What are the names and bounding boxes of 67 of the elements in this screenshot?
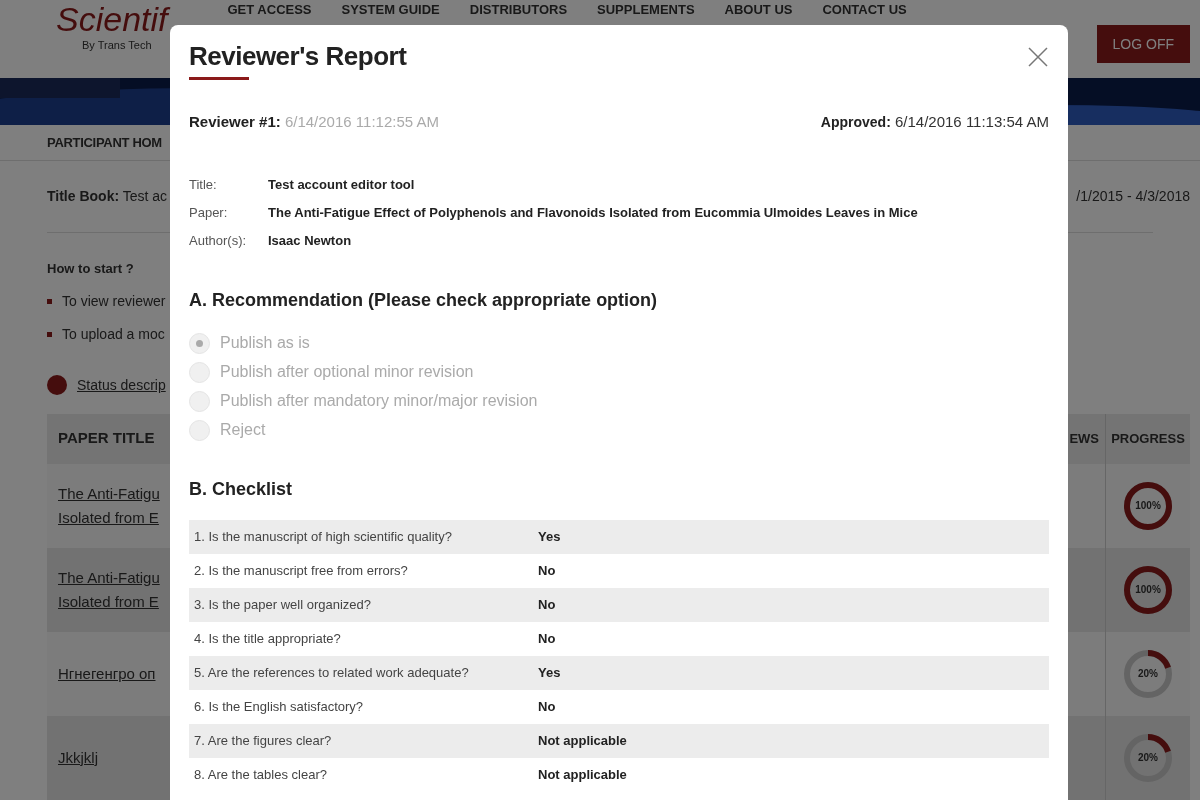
nav-link[interactable]: DISTRIBUTORS	[469, 0, 568, 20]
radio-button[interactable]	[189, 361, 210, 383]
paper-link[interactable]: The Anti-Fatigu	[58, 565, 160, 590]
how-to-heading: How to start ?	[47, 260, 135, 278]
question-text: 1. Is the manuscript of high scientific quality?	[194, 528, 453, 547]
nav-link[interactable]: SUPPLEMENTS	[597, 0, 695, 20]
radio-button[interactable]	[189, 332, 210, 354]
nav-link[interactable]: ABOUT US	[724, 0, 793, 20]
answer-text: Not applicable	[538, 766, 627, 785]
bullet-icon	[47, 331, 52, 337]
close-icon[interactable]	[1028, 47, 1048, 67]
field-value: Test account editor tool	[268, 176, 415, 194]
paper-link[interactable]: Jkkjklj	[58, 745, 98, 770]
answer-text: No	[538, 562, 556, 581]
paper-link[interactable]: Нгнегенгро оп	[58, 661, 156, 686]
dialog-title: Reviewer's Report	[189, 40, 407, 73]
paper-link[interactable]: The Anti-Fatigu	[58, 481, 160, 506]
paper-link[interactable]: Isolated from E	[58, 505, 160, 530]
reviewer-date: Reviewer #1: 6/14/2016 11:12:55 AM	[189, 112, 439, 132]
nav-link[interactable]: SYSTEM GUIDE	[341, 0, 440, 20]
question-text: 5. Are the references to related work adequate?	[194, 664, 470, 683]
answer-text: No	[538, 698, 556, 717]
status-link[interactable]: Status descrip	[77, 374, 166, 396]
nav-link[interactable]: CONTACT US	[822, 0, 907, 20]
column-header: PAPER TITLE	[58, 428, 155, 449]
approved-date: Approved: 6/14/2016 11:13:54 AM	[820, 112, 1049, 132]
question-text: 3. Is the paper well organized?	[194, 596, 373, 615]
answer-text: Not applicable	[538, 732, 627, 751]
paper-link[interactable]: Isolated from E	[58, 589, 160, 614]
section-heading: A. Recommendation (Please check appropriate option)	[189, 289, 659, 312]
answer-text: No	[538, 596, 556, 615]
answer-text: Yes	[538, 528, 561, 547]
column-header: EWS	[1069, 429, 1099, 448]
bullet-icon	[47, 298, 52, 304]
question-text: 2. Is the manuscript free from errors?	[194, 562, 409, 581]
field-label: Paper:	[189, 204, 229, 222]
progress-value: 20%	[1137, 667, 1159, 681]
question-text: 4. Is the title appropriate?	[194, 630, 342, 649]
question-text: 7. Are the figures clear?	[194, 732, 333, 751]
question-text: 6. Is the English satisfactory?	[194, 698, 365, 717]
field-label: Title:	[189, 176, 218, 194]
logoff-button[interactable]: LOG OFF	[1096, 25, 1190, 63]
field-value: The Anti-Fatigue Effect of Polyphenols and Flavonoids Isolated from Eucommia Ulmoides Leaves in Mice	[268, 204, 918, 222]
option-label: Reject	[220, 420, 266, 440]
instruction-text: To upload a moc	[62, 324, 165, 344]
logo-subtitle: By Trans Tech	[82, 38, 153, 52]
title-book: Title Book: Test ac	[47, 187, 168, 206]
answer-text: Yes	[538, 664, 561, 683]
page-heading: PARTICIPANT HOM	[47, 133, 162, 152]
progress-value: 100%	[1134, 499, 1162, 513]
column-header: PROGRESS	[1105, 413, 1190, 464]
option-label: Publish after mandatory minor/major revision	[220, 391, 538, 411]
answer-text: No	[538, 630, 556, 649]
radio-button[interactable]	[189, 419, 210, 441]
date-range: /1/2015 - 4/3/2018	[1076, 187, 1190, 206]
field-label: Author(s):	[189, 232, 248, 250]
radio-button[interactable]	[189, 390, 210, 412]
info-icon	[47, 375, 67, 395]
instruction-text: To view reviewer	[62, 291, 166, 311]
option-label: Publish after optional minor revision	[220, 362, 474, 382]
nav-link[interactable]: GET ACCESS	[227, 0, 312, 20]
option-label: Publish as is	[220, 333, 310, 353]
question-text: 8. Are the tables clear?	[194, 766, 328, 785]
progress-value: 100%	[1134, 583, 1162, 597]
field-value: Isaac Newton	[268, 232, 352, 250]
progress-value: 20%	[1137, 751, 1159, 765]
section-heading: B. Checklist	[189, 478, 294, 501]
